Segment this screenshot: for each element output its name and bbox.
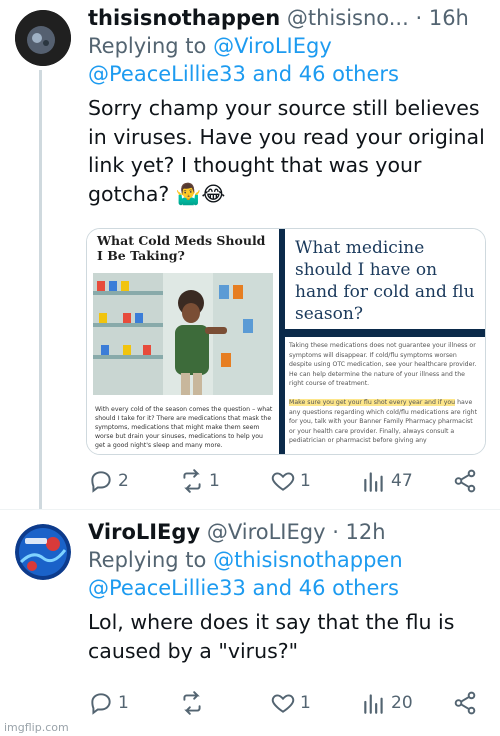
retweet-icon <box>183 691 201 715</box>
views-icon <box>364 694 383 714</box>
share-icon <box>454 691 476 715</box>
tweet-text: Sorry champ your source still believes i… <box>88 96 485 206</box>
like-button[interactable]: 1 <box>270 690 350 716</box>
replying-to-label: Replying to <box>88 548 207 572</box>
media-right-title: What medicine should I have on hand for … <box>295 238 475 324</box>
avatar[interactable] <box>15 10 71 66</box>
watermark: imgflip.com <box>4 721 69 734</box>
user-handle[interactable]: @ViroLIEgy <box>207 520 326 544</box>
media-right-highlight: Make sure you get your flu shot every ye… <box>289 399 456 406</box>
reply-button[interactable]: 2 <box>88 468 168 494</box>
reply-others-link[interactable]: @PeaceLillie33 and 46 others <box>88 576 399 600</box>
replying-to: Replying to @ViroLIEgy @PeaceLillie33 an… <box>88 32 490 88</box>
replying-to: Replying to @thisisnothappen @PeaceLilli… <box>88 546 490 602</box>
views-count: 47 <box>391 471 413 491</box>
tweet-2[interactable]: ViroLIEgy @ViroLIEgy · 12h Replying to @… <box>0 510 500 736</box>
share-icon <box>454 469 476 493</box>
avatar[interactable] <box>15 524 71 580</box>
like-button[interactable]: 1 <box>270 468 350 494</box>
retweet-button[interactable] <box>179 690 259 716</box>
reply-icon <box>91 471 111 493</box>
media-right-bar <box>285 329 485 337</box>
heart-icon <box>271 472 295 491</box>
display-name[interactable]: thisisnothappen <box>88 6 280 30</box>
views-icon <box>364 472 383 492</box>
tweet-header: ViroLIEgy @ViroLIEgy · 12h <box>88 518 490 546</box>
share-button[interactable] <box>452 690 478 716</box>
reply-count: 2 <box>118 471 129 491</box>
retweet-count: 1 <box>209 471 220 491</box>
views-count: 20 <box>391 693 413 713</box>
user-handle[interactable]: @thisisno... <box>287 6 409 30</box>
like-count: 1 <box>300 471 311 491</box>
tweet-1[interactable]: thisisnothappen @thisisno... · 16h Reply… <box>0 0 500 500</box>
media-right-text: Taking these medications does not guaran… <box>289 341 479 446</box>
media-image-right[interactable]: What medicine should I have on hand for … <box>279 229 485 454</box>
tweet-actions: 1 1 20 <box>88 688 478 718</box>
like-count: 1 <box>300 693 311 713</box>
reply-others-link[interactable]: @PeaceLillie33 and 46 others <box>88 62 399 86</box>
retweet-button[interactable]: 1 <box>179 468 259 494</box>
timestamp[interactable]: · 16h <box>415 6 468 30</box>
timestamp[interactable]: · 12h <box>332 520 385 544</box>
reply-icon <box>91 693 111 715</box>
heart-icon <box>271 694 295 713</box>
tweet-actions: 2 1 1 47 <box>88 466 478 496</box>
pharmacy-photo <box>93 273 273 395</box>
tweet-header: thisisnothappen @thisisno... · 16h <box>88 4 490 32</box>
views-button[interactable]: 47 <box>361 468 441 494</box>
tweet-text: Lol, where does it say that the flu is c… <box>88 610 455 663</box>
reply-count: 1 <box>118 693 129 713</box>
media-left-caption: With every cold of the season comes the … <box>95 406 273 449</box>
replying-to-label: Replying to <box>88 34 207 58</box>
tweet-media[interactable]: What Cold Meds Should I Be Taking? With … <box>86 228 486 455</box>
media-left-title: What Cold Meds Should I Be Taking? <box>97 233 266 263</box>
retweet-icon <box>183 469 201 493</box>
reply-mention-link[interactable]: @ViroLIEgy <box>213 34 332 58</box>
media-image-left[interactable]: What Cold Meds Should I Be Taking? With … <box>87 229 279 454</box>
reply-mention-link[interactable]: @thisisnothappen <box>213 548 403 572</box>
views-button[interactable]: 20 <box>361 690 441 716</box>
media-right-paragraph-1: Taking these medications does not guaran… <box>289 342 477 387</box>
display-name[interactable]: ViroLIEgy <box>88 520 200 544</box>
reply-button[interactable]: 1 <box>88 690 168 716</box>
share-button[interactable] <box>452 468 478 494</box>
